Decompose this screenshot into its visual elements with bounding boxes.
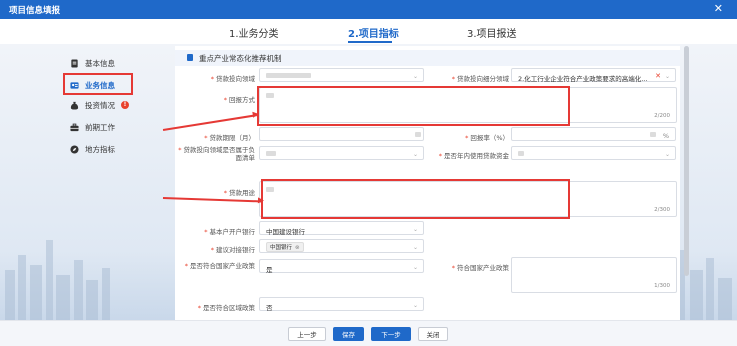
sidebar-item-label: 地方指标 <box>85 144 115 154</box>
prev-button[interactable]: 上一步 <box>288 327 326 341</box>
window-title: 项目信息填报 <box>9 6 61 16</box>
section-title: 重点产业常态化推荐机制 <box>199 54 282 63</box>
chevron-down-icon: ⌄ <box>412 151 418 158</box>
use-within-year-select[interactable]: ⌄ <box>511 146 676 160</box>
policy-text-label: * 符合国家产业政策 <box>451 264 509 272</box>
chevron-down-icon: ⌄ <box>412 264 418 271</box>
policy-text-textarea[interactable]: 1/300 <box>511 257 677 293</box>
section-icon <box>187 54 193 61</box>
window-titlebar: 项目信息填报 ✕ <box>0 0 737 19</box>
char-count: 2/300 <box>654 207 670 213</box>
step-3[interactable]: 3.项目报送 <box>467 25 517 40</box>
sidebar-item-local-indicators[interactable]: 地方指标 <box>70 142 115 156</box>
chevron-down-icon: ⌄ <box>412 226 418 233</box>
basic-bank-value: 中国建设银行 <box>266 228 305 236</box>
sidebar-item-basic-info[interactable]: 基本信息 <box>70 56 115 70</box>
term-input[interactable] <box>259 127 424 141</box>
loan-field-select[interactable]: ⌄ <box>259 68 424 82</box>
redacted-value <box>266 73 311 78</box>
loan-subfield-value: 2.化工行业企业符合产业政策要求的高端化... <box>518 75 648 83</box>
return-rate-input[interactable]: % <box>511 127 676 141</box>
highlight-box-purpose <box>261 179 570 219</box>
chevron-down-icon: ⌄ <box>664 151 670 158</box>
clear-icon[interactable]: ✕ <box>655 72 661 80</box>
sidebar-item-preliminary-work[interactable]: 前期工作 <box>70 120 115 134</box>
briefcase-icon <box>70 123 79 131</box>
loan-subfield-label: * 贷款投向细分领域 <box>451 75 509 83</box>
step-2[interactable]: 2.项目指标 <box>348 25 399 40</box>
policy-label: * 是否符合国家产业政策 <box>184 262 255 270</box>
money-bag-icon <box>70 101 79 110</box>
redacted-value <box>415 132 421 137</box>
region-policy-value: 否 <box>266 304 273 312</box>
close-icon[interactable]: ✕ <box>714 2 723 15</box>
policy-value: 是 <box>266 266 273 274</box>
return-rate-label: * 回报率（%） <box>465 134 509 142</box>
loan-subfield-select[interactable]: 2.化工行业企业符合产业政策要求的高端化... ✕ ⌄ <box>511 68 676 83</box>
warning-badge: ! <box>121 101 129 109</box>
term-label: * 贷款期限（月） <box>204 134 255 142</box>
sidebar-item-label: 前期工作 <box>85 122 115 132</box>
compass-icon <box>70 144 79 154</box>
chevron-down-icon: ⌄ <box>412 73 418 80</box>
percent-unit: % <box>662 132 669 140</box>
region-policy-select[interactable]: 否 ⌄ <box>259 297 424 312</box>
chevron-down-icon: ⌄ <box>412 244 418 251</box>
sidebar-item-investment[interactable]: 投资情况 ! <box>70 98 129 112</box>
bank-tag[interactable]: 中国银行 ⊗ <box>266 242 304 252</box>
save-button[interactable]: 保存 <box>333 327 364 341</box>
basic-bank-label: * 基本户开户银行 <box>204 228 255 236</box>
redacted-value <box>266 151 276 156</box>
char-count: 1/300 <box>654 283 670 289</box>
negative-list-select[interactable]: ⌄ <box>259 146 424 160</box>
next-button[interactable]: 下一步 <box>371 327 411 341</box>
highlight-box-repay <box>257 86 570 126</box>
negative-list-label: * 贷款投向领域是否属于负面清单 <box>178 146 255 162</box>
region-policy-label: * 是否符合区域政策 <box>197 304 255 312</box>
redacted-value <box>518 151 524 156</box>
vertical-scrollbar[interactable] <box>684 46 689 276</box>
purpose-label: * 贷款用途 <box>223 189 255 197</box>
suggest-bank-label: * 建议对接银行 <box>210 246 255 254</box>
loan-field-label: * 贷款投向领域 <box>210 75 255 83</box>
tag-close-icon[interactable]: ⊗ <box>295 245 300 251</box>
repay-label: * 回报方式 <box>223 96 255 104</box>
active-step-underline <box>348 41 392 43</box>
redacted-value <box>650 132 656 137</box>
bank-tag-label: 中国银行 <box>270 245 293 251</box>
suggest-bank-select[interactable]: 中国银行 ⊗ ⌄ <box>259 239 424 253</box>
footer-bar: 上一步 保存 下一步 关闭 <box>0 320 737 346</box>
chevron-down-icon: ⌄ <box>412 302 418 309</box>
basic-bank-select[interactable]: 中国建设银行 ⌄ <box>259 221 424 236</box>
close-button[interactable]: 关闭 <box>418 327 448 341</box>
sidebar-item-label: 基本信息 <box>85 58 115 68</box>
highlight-box-sidebar <box>63 73 133 95</box>
sidebar-item-label: 投资情况 <box>85 100 115 110</box>
section-header: 重点产业常态化推荐机制 <box>175 50 680 66</box>
chevron-down-icon: ⌄ <box>664 73 670 80</box>
char-count: 2/200 <box>654 113 670 119</box>
use-within-year-label: * 是否年内使用贷款资金 <box>438 152 509 160</box>
policy-select[interactable]: 是 ⌄ <box>259 259 424 274</box>
step-1[interactable]: 1.业务分类 <box>229 25 279 40</box>
document-icon <box>71 58 78 68</box>
